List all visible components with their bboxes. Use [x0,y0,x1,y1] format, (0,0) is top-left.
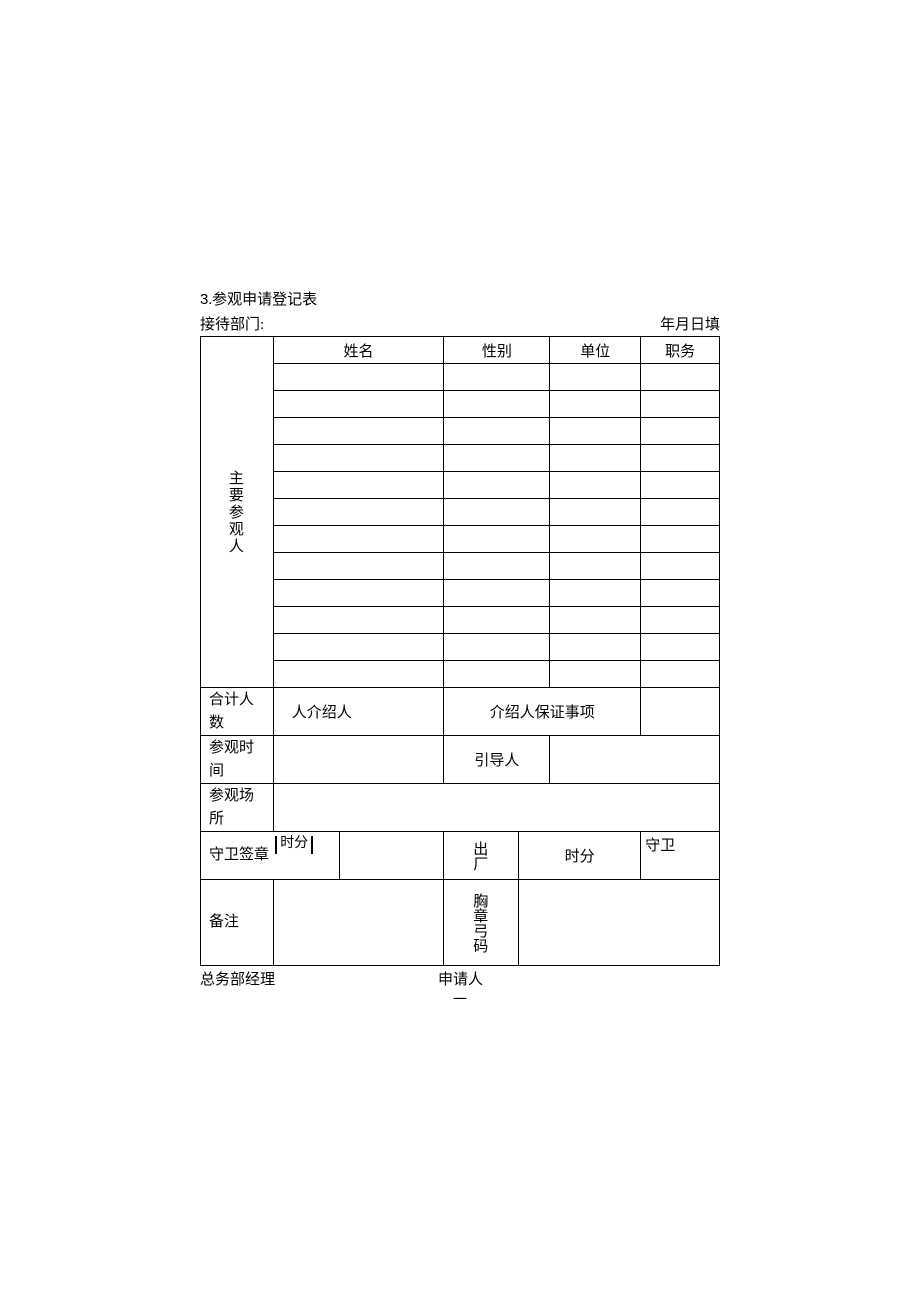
side-label: 主要参观人 [228,470,246,555]
guide-value [550,736,720,784]
guard-sign-label: 守卫签章 [201,832,274,880]
total-row: 合计人数 人介绍人 介绍人保证事项 [201,688,720,736]
total-introducer: 人介绍人 [273,688,444,736]
form-heading: 3.参观申请登记表 [200,288,720,309]
guard-blank1 [340,832,444,880]
heading-title: 参观申请登记表 [212,292,317,308]
visit-place-label: 参观场所 [201,784,274,832]
remarks-label: 备注 [201,880,274,966]
col-name: 姓名 [273,337,444,364]
total-label: 合计人数 [201,688,274,736]
guard-sign-row: 守卫签章 时分 出厂 时分 守卫 [201,832,720,880]
total-guarantee: 介绍人保证事项 [444,688,641,736]
header-department-label: 接待部门: [200,313,264,334]
visitor-row [201,499,720,526]
total-blank [641,688,720,736]
visitor-row [201,526,720,553]
badge-code-label: 胸章弓码 [444,880,519,966]
visitor-row [201,634,720,661]
col-gender: 性别 [444,337,550,364]
remarks-value [273,880,444,966]
visitor-row [201,580,720,607]
visitor-row [201,661,720,688]
visit-time-value [273,736,444,784]
exit-factory-label: 出厂 [444,832,519,880]
footer-dash: 一 [200,989,720,1009]
guide-label: 引导人 [444,736,550,784]
header-date-label: 年月日填 [660,313,720,334]
visitor-row [201,607,720,634]
badge-code-value [519,880,720,966]
footer-manager: 总务部经理 [200,968,438,989]
visitor-row [201,391,720,418]
registration-table: 主要参观人 姓名 性别 单位 职务 合计人数 人介绍人 介绍人保证事项 参观时间 [200,336,720,966]
footer-row: 总务部经理 申请人 [200,968,720,989]
col-position: 职务 [641,337,720,364]
col-unit: 单位 [550,337,641,364]
guard-time-cell: 时分 [273,832,340,880]
side-label-cell: 主要参观人 [201,337,274,688]
visitor-row [201,364,720,391]
visit-time-row: 参观时间 引导人 [201,736,720,784]
header-row: 接待部门: 年月日填 [200,313,720,334]
guard-label: 守卫 [641,832,720,880]
remarks-row: 备注 胸章弓码 [201,880,720,966]
table-header-row: 主要参观人 姓名 性别 单位 职务 [201,337,720,364]
visit-place-value [273,784,719,832]
time-hm2: 时分 [519,832,641,880]
time-hm-bracket: 时分 [275,836,313,854]
visit-time-label: 参观时间 [201,736,274,784]
visitor-row [201,418,720,445]
visit-place-row: 参观场所 [201,784,720,832]
visitor-row [201,553,720,580]
visitor-row [201,472,720,499]
footer-applicant: 申请人 [438,968,720,989]
visitor-row [201,445,720,472]
